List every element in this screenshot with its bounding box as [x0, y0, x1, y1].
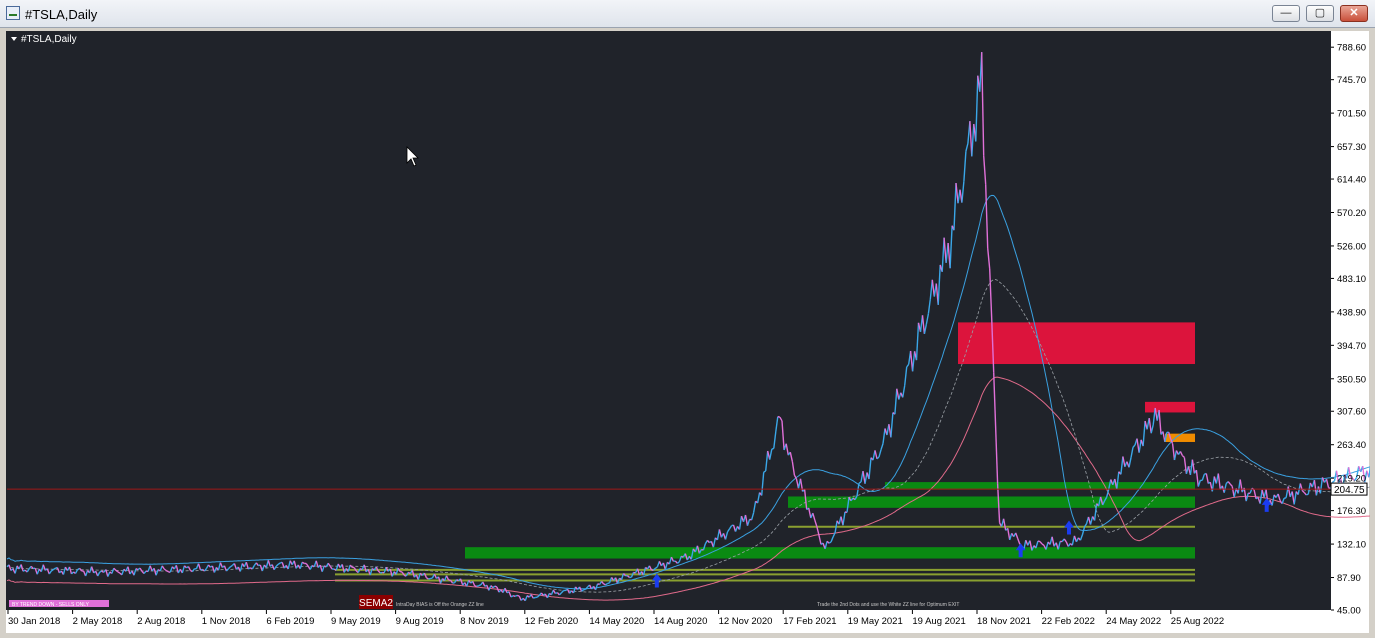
x-tick-label: 14 May 2020: [589, 616, 644, 627]
y-tick-label: 394.70: [1337, 341, 1366, 352]
x-tick-label: 24 May 2022: [1106, 616, 1161, 627]
y-tick-label: 745.70: [1337, 75, 1366, 86]
price-segment: [448, 579, 451, 581]
y-tick-label: 614.40: [1337, 175, 1366, 186]
y-tick-label: 350.50: [1337, 374, 1366, 385]
price-segment: [476, 584, 480, 587]
price-segment: [1037, 540, 1041, 543]
window-titlebar[interactable]: #TSLA,Daily — ▢ ✕: [0, 0, 1375, 28]
x-tick-label: 6 Feb 2019: [266, 616, 314, 627]
x-tick-label: 22 Feb 2022: [1042, 616, 1095, 627]
x-tick-label: 17 Feb 2021: [783, 616, 836, 627]
y-tick-label: 657.30: [1337, 142, 1366, 153]
y-tick-label: 307.60: [1337, 407, 1366, 418]
price-segment: [400, 570, 403, 573]
y-tick-label: 438.90: [1337, 307, 1366, 318]
plot-area[interactable]: [6, 31, 1331, 610]
price-segment: [533, 596, 536, 599]
price-segment: [771, 447, 775, 450]
price-segment: [428, 577, 431, 580]
chart-window[interactable]: 788.60 745.70 701.50 657.30 614.40 570.20 526.…: [5, 30, 1370, 634]
trend-badge-label: BY TREND DOWN - SELLS ONLY: [12, 602, 90, 608]
price-segment: [478, 584, 482, 587]
y-tick-label: 176.30: [1337, 506, 1366, 517]
window-title: #TSLA,Daily: [25, 7, 98, 22]
price-segment: [512, 595, 516, 597]
y-tick-label: 701.50: [1337, 109, 1366, 120]
y-tick-label: 263.40: [1337, 440, 1366, 451]
x-tick-label: 8 Nov 2019: [460, 616, 509, 627]
chart-symbol-label: #TSLA,Daily: [21, 34, 77, 45]
x-tick-label: 14 Aug 2020: [654, 616, 707, 627]
x-tick-label: 19 May 2021: [848, 616, 903, 627]
minimize-button[interactable]: —: [1272, 5, 1300, 22]
x-tick-label: 25 Aug 2022: [1171, 616, 1224, 627]
chart-window-icon: [6, 6, 20, 20]
x-tick-label: 12 Feb 2020: [525, 616, 578, 627]
y-tick-label: 45.00: [1337, 606, 1361, 617]
price-segment: [301, 561, 305, 565]
y-tick-label: 132.10: [1337, 540, 1366, 551]
close-button[interactable]: ✕: [1340, 5, 1368, 22]
price-segment: [1283, 497, 1287, 499]
price-segment: [1306, 493, 1309, 496]
x-tick-label: 9 Aug 2019: [396, 616, 444, 627]
x-tick-label: 1 Nov 2018: [202, 616, 251, 627]
x-tick-label: 30 Jan 2018: [8, 616, 60, 627]
x-tick-label: 2 Aug 2018: [137, 616, 185, 627]
x-tick-label: 2 May 2018: [73, 616, 123, 627]
restore-button[interactable]: ▢: [1306, 5, 1334, 22]
x-tick-label: 9 May 2019: [331, 616, 381, 627]
price-segment: [494, 585, 498, 588]
price-chart[interactable]: 788.60 745.70 701.50 657.30 614.40 570.20 526.…: [5, 30, 1370, 634]
bias-note: IntraDay BIAS is Off the Orange ZZ line: [396, 602, 484, 608]
y-tick-label: 788.60: [1337, 43, 1366, 54]
price-segment: [514, 594, 518, 597]
y-tick-label: 526.00: [1337, 241, 1366, 252]
y-tick-label: 570.20: [1337, 208, 1366, 219]
exit-note: Trade the 2nd Dots and use the White ZZ …: [817, 602, 959, 608]
x-tick-label: 12 Nov 2020: [719, 616, 773, 627]
sema-label: SEMA2: [359, 598, 393, 609]
resistance-zone: [1145, 401, 1195, 413]
y-tick-label: 483.10: [1337, 274, 1366, 285]
x-tick-label: 19 Aug 2021: [912, 616, 965, 627]
price-segment: [607, 582, 610, 585]
x-tick-label: 18 Nov 2021: [977, 616, 1031, 627]
support-zone: [465, 547, 1195, 559]
price-segment: [516, 594, 520, 597]
y-tick-label: 87.90: [1337, 573, 1361, 584]
current-price-label: 204.75: [1334, 485, 1365, 496]
price-segment: [777, 415, 781, 418]
